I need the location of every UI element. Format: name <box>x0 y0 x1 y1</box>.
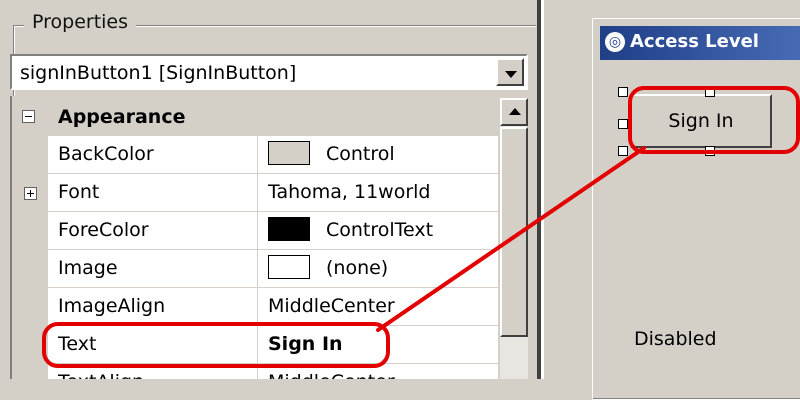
text-property-highlight <box>42 322 390 368</box>
form-title: Access Level <box>630 31 759 52</box>
app-icon: ◎ <box>605 32 625 52</box>
row-gutter <box>12 212 48 250</box>
collapse-icon[interactable] <box>22 110 35 123</box>
color-swatch <box>268 140 310 165</box>
form-designer: ◎ Access Level Sign In Disabled <box>544 0 800 400</box>
resize-handle[interactable] <box>618 146 628 156</box>
resize-handle[interactable] <box>618 87 628 97</box>
property-row-backcolor[interactable]: BackColor Control <box>12 136 498 174</box>
property-value[interactable]: (none) <box>259 250 498 287</box>
property-name: Font <box>48 174 258 211</box>
scroll-thumb[interactable] <box>500 127 528 337</box>
expand-icon[interactable] <box>24 187 37 200</box>
property-row-forecolor[interactable]: ForeColor ControlText <box>12 212 498 250</box>
property-value[interactable]: Tahoma, 11world <box>259 174 498 211</box>
property-value-text: ControlText <box>326 219 434 241</box>
color-swatch <box>268 216 310 241</box>
property-value[interactable]: ControlText <box>259 212 498 249</box>
object-selector-combo[interactable]: signInButton1 [SignInButton] <box>10 54 528 90</box>
form-title-bar[interactable]: ◎ Access Level <box>600 26 800 60</box>
object-selector-dropdown-button[interactable] <box>496 58 524 86</box>
sign-in-button-highlight <box>628 86 800 154</box>
property-value-text: Control <box>326 143 395 165</box>
property-row-font[interactable]: Font Tahoma, 11world <box>12 174 498 212</box>
property-name: ImageAlign <box>48 288 258 325</box>
row-gutter <box>12 364 48 379</box>
resize-handle[interactable] <box>618 119 628 129</box>
property-value[interactable]: MiddleCenter <box>259 288 498 325</box>
scroll-up-button[interactable] <box>500 98 528 126</box>
property-value[interactable]: Control <box>259 136 498 173</box>
property-row-imagealign[interactable]: ImageAlign MiddleCenter <box>12 288 498 326</box>
row-gutter <box>12 250 48 288</box>
property-grid-scrollbar[interactable] <box>500 98 528 379</box>
property-name: BackColor <box>48 136 258 173</box>
property-row-image[interactable]: Image (none) <box>12 250 498 288</box>
property-name: Image <box>48 250 258 287</box>
category-label: Appearance <box>58 106 186 128</box>
row-gutter <box>12 288 48 326</box>
property-value-text: (none) <box>326 257 389 279</box>
properties-title: Properties <box>24 11 137 33</box>
object-selector-value: signInButton1 [SignInButton] <box>20 62 297 84</box>
row-gutter <box>12 174 48 212</box>
status-label: Disabled <box>634 328 717 350</box>
row-gutter <box>12 136 48 174</box>
image-swatch <box>268 254 310 279</box>
chevron-down-icon <box>505 71 517 78</box>
chevron-up-icon <box>509 108 521 115</box>
property-name: ForeColor <box>48 212 258 249</box>
category-appearance[interactable]: Appearance <box>12 98 498 136</box>
